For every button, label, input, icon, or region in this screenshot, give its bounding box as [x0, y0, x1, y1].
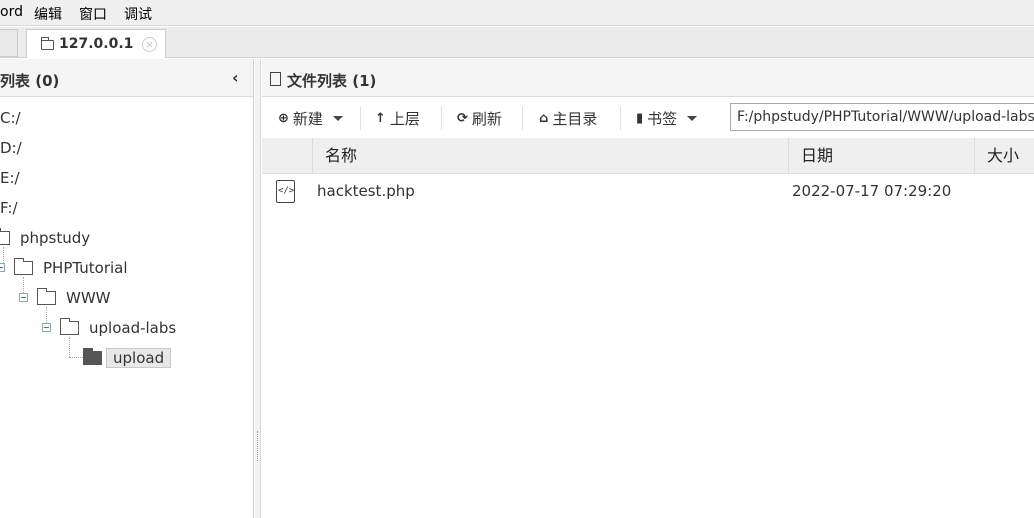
- tree-item-label: C:/: [0, 109, 21, 127]
- directory-panel: 列表 (0) ‹ C:/ D:/ E:/ F:/ phpstudy PHPTut…: [0, 59, 254, 518]
- bookmark-icon: ▮: [636, 110, 644, 126]
- bookmark-button-label: 书签: [647, 109, 678, 128]
- tree-item-label: WWW: [66, 289, 111, 307]
- tree-item-www[interactable]: WWW: [37, 287, 111, 309]
- file-panel: 文件列表 (1) ⊕ 新建 ↑ 上层 ⟳ 刷新 ⌂ 主目录 ▮ 书签 F:/ph…: [262, 59, 1034, 518]
- table-row[interactable]: </> hacktest.php 2022-07-17 07:29:20: [262, 177, 1034, 209]
- menu-item-word[interactable]: ord: [0, 4, 23, 20]
- home-button[interactable]: ⌂ 主目录: [539, 106, 597, 130]
- bookmark-button[interactable]: ▮ 书签: [636, 106, 698, 130]
- collapse-icon[interactable]: ‹: [232, 68, 239, 87]
- document-icon: [270, 72, 281, 86]
- toolbar-divider: [522, 106, 523, 130]
- up-button-label: 上层: [389, 109, 420, 128]
- arrow-up-icon: ↑: [375, 110, 386, 126]
- tree-item-label: E:/: [0, 169, 20, 187]
- tab-label: 127.0.0.1: [59, 36, 134, 52]
- file-toolbar: ⊕ 新建 ↑ 上层 ⟳ 刷新 ⌂ 主目录 ▮ 书签 F:/phpstudy/PH…: [262, 98, 1034, 138]
- folder-icon: [60, 318, 79, 335]
- path-input[interactable]: F:/phpstudy/PHPTutorial/WWW/upload-labs/…: [730, 103, 1034, 131]
- menu-item-edit[interactable]: 编辑: [34, 4, 62, 24]
- tree-item-upload-labs[interactable]: upload-labs: [60, 317, 176, 339]
- file-name: hacktest.php: [317, 182, 415, 200]
- column-header-name[interactable]: 名称: [312, 138, 788, 174]
- tree-item-label: D:/: [0, 139, 22, 157]
- tree-connector: [69, 357, 83, 358]
- tree-item-label: F:/: [0, 199, 18, 217]
- directory-panel-title: 列表 (0): [0, 72, 60, 90]
- tree-item-drive-c[interactable]: C:/: [0, 107, 21, 129]
- panel-splitter[interactable]: [255, 59, 261, 518]
- tree-item-drive-e[interactable]: E:/: [0, 167, 20, 189]
- refresh-icon: ⟳: [457, 110, 468, 126]
- tab-previous[interactable]: [0, 29, 18, 57]
- folder-icon: [14, 258, 33, 275]
- code-file-icon: </>: [276, 180, 295, 203]
- menu-bar: ord 编辑 窗口 调试: [0, 0, 1034, 26]
- tree-item-label: upload-labs: [89, 319, 177, 337]
- tree-item-label-selected: upload: [106, 348, 172, 368]
- tree-item-phptutorial[interactable]: PHPTutorial: [14, 257, 128, 279]
- refresh-button-label: 刷新: [471, 109, 502, 128]
- toolbar-divider: [360, 106, 361, 130]
- tree-item-label: PHPTutorial: [43, 259, 128, 277]
- column-header-icon: [262, 138, 312, 174]
- new-button-label: 新建: [292, 109, 323, 128]
- plus-circle-icon: ⊕: [278, 110, 289, 126]
- tree-item-drive-d[interactable]: D:/: [0, 137, 22, 159]
- collapse-toggle-icon[interactable]: [0, 263, 5, 272]
- tab-bar: 127.0.0.1 ×: [0, 27, 1034, 58]
- tree-item-drive-f[interactable]: F:/: [0, 197, 18, 219]
- toolbar-divider: [620, 106, 621, 130]
- directory-panel-header: 列表 (0) ‹: [0, 59, 253, 97]
- file-date: 2022-07-17 07:29:20: [792, 182, 952, 200]
- tree-item-phpstudy[interactable]: phpstudy: [0, 227, 90, 249]
- column-header-date[interactable]: 日期: [788, 138, 974, 174]
- tree-item-label: phpstudy: [20, 229, 91, 247]
- column-header-size[interactable]: 大小: [974, 138, 1034, 174]
- splitter-grip: [257, 431, 258, 461]
- file-panel-title: 文件列表 (1): [287, 72, 377, 90]
- tab-host[interactable]: 127.0.0.1 ×: [26, 29, 166, 58]
- menu-item-window[interactable]: 窗口: [79, 4, 107, 24]
- file-panel-header: 文件列表 (1): [262, 59, 1034, 97]
- folder-open-icon: [83, 348, 102, 365]
- tree-item-upload[interactable]: upload: [83, 347, 172, 369]
- refresh-button[interactable]: ⟳ 刷新: [457, 106, 502, 130]
- close-icon[interactable]: ×: [142, 37, 157, 52]
- folder-icon: [41, 37, 54, 50]
- new-button[interactable]: ⊕ 新建: [278, 106, 343, 130]
- home-button-label: 主目录: [552, 109, 598, 128]
- chevron-down-icon: [687, 115, 698, 121]
- folder-icon: [0, 228, 10, 245]
- up-button[interactable]: ↑ 上层: [375, 106, 420, 130]
- file-table-header: 名称 日期 大小: [262, 138, 1034, 174]
- collapse-toggle-icon[interactable]: [19, 293, 28, 302]
- tree-connector: [69, 337, 70, 357]
- home-icon: ⌂: [539, 110, 549, 126]
- collapse-toggle-icon[interactable]: [42, 323, 51, 332]
- chevron-down-icon: [332, 115, 343, 121]
- menu-item-debug[interactable]: 调试: [124, 4, 152, 24]
- folder-icon: [37, 288, 56, 305]
- toolbar-divider: [441, 106, 442, 130]
